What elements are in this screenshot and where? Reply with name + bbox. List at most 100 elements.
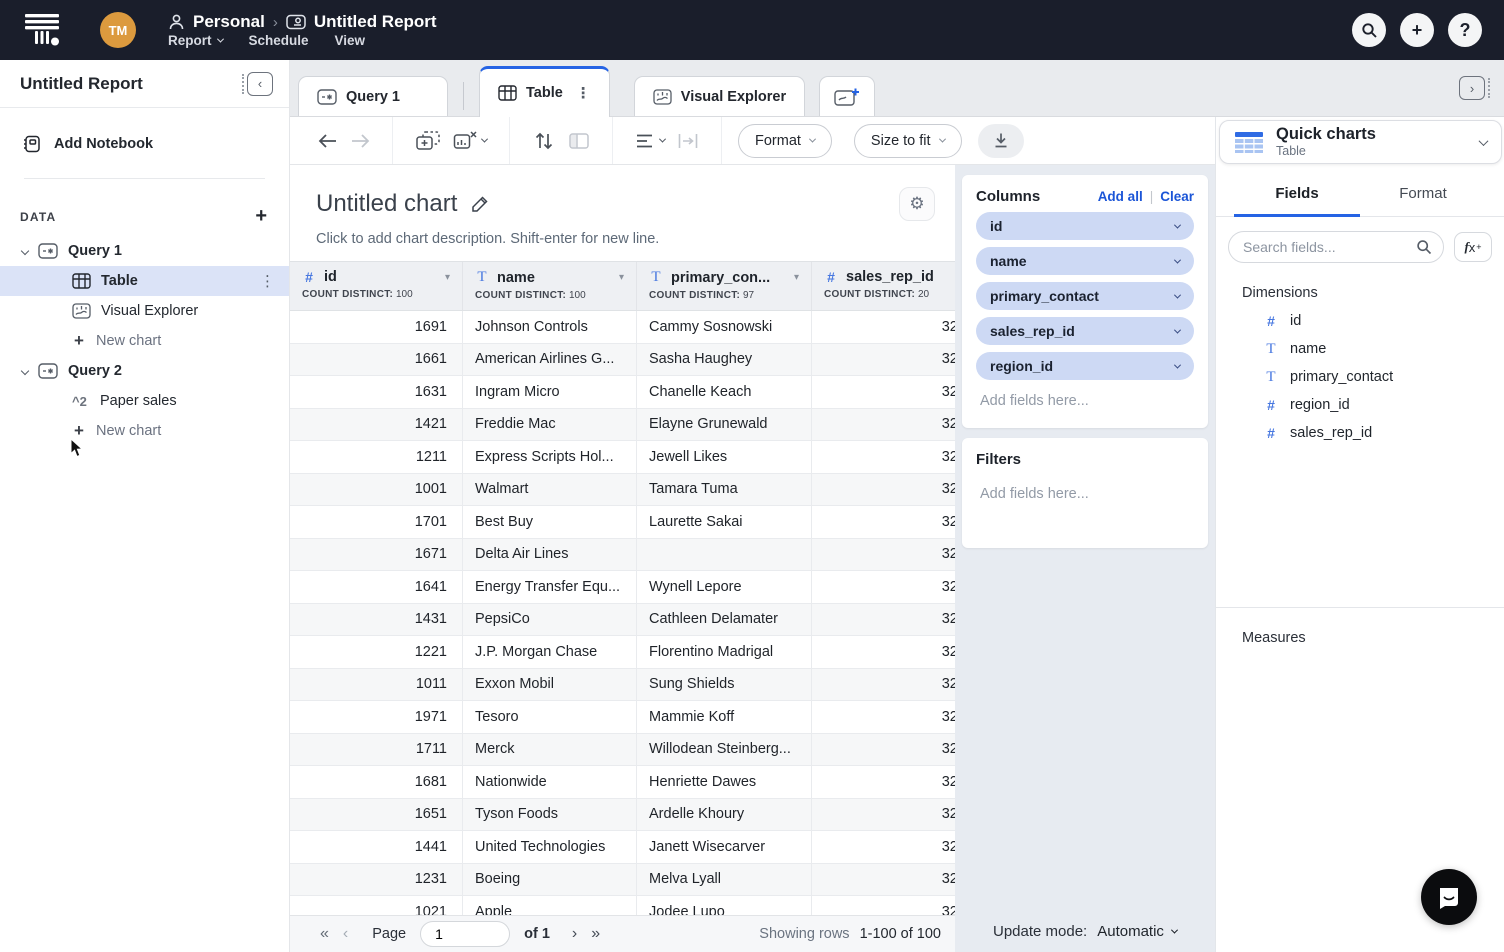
table-row[interactable]: 1641Energy Transfer Equ...Wynell Lepore3… [290,571,955,604]
update-mode-select[interactable]: Automatic [1097,923,1177,940]
search-fields-input[interactable] [1228,231,1444,263]
wrap-text-button[interactable] [671,132,705,150]
chart-settings-button[interactable]: ⚙ [899,187,935,221]
size-to-fit-button[interactable]: Size to fit [854,124,962,158]
sidebar-item-table[interactable]: Table ⋮ [0,266,289,296]
avatar[interactable]: TM [100,12,136,48]
table-row[interactable]: 1231BoeingMelva Lyall3215 [290,864,955,897]
table-row[interactable]: 1421Freddie MacElayne Grunewald3215 [290,409,955,442]
menu-view[interactable]: View [335,33,366,48]
table-row[interactable]: 1701Best BuyLaurette Sakai3215 [290,506,955,539]
sort-caret-icon[interactable]: ▾ [619,272,624,283]
tab-fields[interactable]: Fields [1234,185,1360,217]
table-row[interactable]: 1671Delta Air Lines3215 [290,539,955,572]
chevron-down-icon[interactable] [21,247,29,255]
tab-kebab-icon[interactable]: ⋮ [576,84,591,102]
menu-report[interactable]: Report [168,33,223,48]
chevron-down-icon[interactable] [1174,221,1181,228]
new-chart-tab-button[interactable] [819,76,875,116]
tab-table[interactable]: Table ⋮ [479,66,610,117]
column-pill-sales-rep-id[interactable]: sales_rep_id [976,317,1194,345]
menu-schedule[interactable]: Schedule [249,33,309,48]
expand-panel-button[interactable]: › [1459,76,1490,100]
chevron-down-icon[interactable] [1174,291,1181,298]
field-id[interactable]: #id [1216,307,1504,335]
help-button[interactable]: ? [1448,13,1482,47]
add-data-button[interactable]: + [255,205,267,228]
column-pill-id[interactable]: id [976,212,1194,240]
filters-dropzone[interactable]: Add fields here... [976,468,1194,508]
table-row[interactable]: 1691Johnson ControlsCammy Sosnowski3215 [290,311,955,344]
chevron-down-icon[interactable] [1174,326,1181,333]
chat-support-button[interactable] [1421,869,1477,925]
edit-title-icon[interactable] [471,195,489,213]
table-row[interactable]: 1211Express Scripts Hol...Jewell Likes32… [290,441,955,474]
table-row[interactable]: 1711MerckWillodean Steinberg...3215 [290,734,955,767]
sidebar-item-visual-explorer[interactable]: Visual Explorer [0,296,289,326]
field-region-id[interactable]: #region_id [1216,391,1504,419]
last-page-button[interactable]: » [591,925,600,943]
sidebar-item-paper-sales[interactable]: ^2 Paper sales [0,386,289,416]
collapse-sidebar-button[interactable]: ‹ [242,72,273,96]
table-row[interactable]: 1221J.P. Morgan ChaseFlorentino Madrigal… [290,636,955,669]
prev-page-button[interactable]: ‹ [343,925,348,943]
sidebar-item-query2[interactable]: Query 2 [0,356,289,386]
format-button[interactable]: Format [738,124,832,158]
delete-chart-button[interactable] [447,130,493,152]
table-row[interactable]: 1001WalmartTamara Tuma3215 [290,474,955,507]
field-primary-contact[interactable]: Tprimary_contact [1216,363,1504,391]
sort-caret-icon[interactable]: ▾ [445,272,450,283]
column-header-id[interactable]: #id▾ COUNT DISTINCT: 100 [290,262,463,310]
chevron-down-icon[interactable] [1174,256,1181,263]
chart-title[interactable]: Untitled chart [316,190,457,218]
tab-query1[interactable]: Query 1 [298,76,448,116]
first-page-button[interactable]: « [320,925,329,943]
sort-button[interactable] [526,131,562,151]
search-button[interactable] [1352,13,1386,47]
page-input[interactable] [420,921,510,947]
sidebar-item-new-chart-1[interactable]: + New chart [0,326,289,356]
redo-button[interactable] [344,133,376,149]
table-row[interactable]: 1651Tyson FoodsArdelle Khoury3215 [290,799,955,832]
table-row[interactable]: 1021AppleJodee Lupo3215 [290,896,955,915]
clear-link[interactable]: Clear [1160,189,1194,204]
add-all-link[interactable]: Add all [1098,189,1143,204]
table-row[interactable]: 1971TesoroMammie Koff3215 [290,701,955,734]
sidebar-item-new-chart-2[interactable]: + New chart [0,416,289,446]
freeze-columns-button[interactable] [562,132,596,150]
table-row[interactable]: 1661American Airlines G...Sasha Haughey3… [290,344,955,377]
quick-charts-dropdown[interactable]: Quick charts Table [1219,120,1502,164]
chart-description-placeholder[interactable]: Click to add chart description. Shift-en… [290,221,955,261]
download-button[interactable] [978,124,1024,158]
column-pill-name[interactable]: name [976,247,1194,275]
table-row[interactable]: 1011Exxon MobilSung Shields3215 [290,669,955,702]
column-pill-region-id[interactable]: region_id [976,352,1194,380]
breadcrumb-workspace[interactable]: Personal [193,12,265,32]
table-row[interactable]: 1441United TechnologiesJanett Wisecarver… [290,831,955,864]
tab-format[interactable]: Format [1360,185,1486,216]
column-header-sales-rep-id[interactable]: #sales_rep_id COUNT DISTINCT: 20 [812,262,955,310]
tab-visual-explorer[interactable]: Visual Explorer [634,76,805,116]
duplicate-chart-button[interactable] [409,130,447,152]
table-row[interactable]: 1631Ingram MicroChanelle Keach3215 [290,376,955,409]
chevron-down-icon[interactable] [1174,361,1181,368]
chevron-down-icon[interactable] [21,367,29,375]
app-logo-icon[interactable] [22,10,62,50]
new-button[interactable]: + [1400,13,1434,47]
sidebar-item-query1[interactable]: Query 1 [0,236,289,266]
undo-button[interactable] [312,133,344,149]
align-button[interactable] [629,133,671,149]
columns-dropzone[interactable]: Add fields here... [976,380,1194,415]
kebab-menu-icon[interactable]: ⋮ [260,272,275,290]
column-header-name[interactable]: Tname▾ COUNT DISTINCT: 100 [463,262,637,310]
add-notebook-button[interactable]: Add Notebook [0,108,289,154]
table-row[interactable]: 1681NationwideHenriette Dawes3215 [290,766,955,799]
column-pill-primary-contact[interactable]: primary_contact [976,282,1194,310]
field-sales-rep-id[interactable]: #sales_rep_id [1216,419,1504,447]
field-name[interactable]: Tname [1216,335,1504,363]
column-header-primary-contact[interactable]: Tprimary_con...▾ COUNT DISTINCT: 97 [637,262,812,310]
add-formula-button[interactable]: fx+ [1454,232,1492,262]
table-row[interactable]: 1431PepsiCoCathleen Delamater3215 [290,604,955,637]
sort-caret-icon[interactable]: ▾ [794,272,799,283]
next-page-button[interactable]: › [572,925,577,943]
